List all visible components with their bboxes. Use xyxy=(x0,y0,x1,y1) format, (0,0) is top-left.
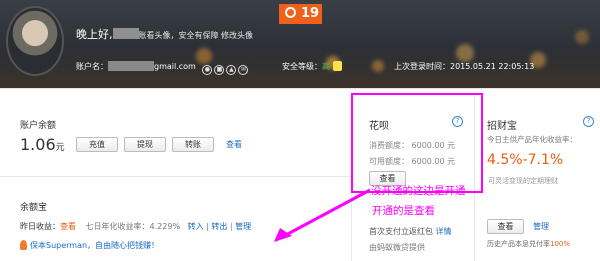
yuebao-info-row: 昨日收益：查看 七日年化收益率：4.229% 转入 | 转出 | 管理 xyxy=(20,222,252,231)
promo-text[interactable]: 保本Superman，自由随心把钱赚！ xyxy=(30,241,159,250)
transfer-button[interactable]: 转账 xyxy=(172,137,214,152)
account-email-suffix: gmail.com xyxy=(154,62,196,71)
bank-card-icon[interactable]: ■ xyxy=(214,65,225,75)
email-icon[interactable]: ✉ xyxy=(238,65,249,75)
huabei-note1-row: 首次支付立返红包 详情 xyxy=(369,226,452,237)
account-verify-icons: ● ■ ▲ ✉ xyxy=(202,64,250,75)
yuebao-title: 余额宝 xyxy=(20,203,48,213)
security-level: 高 xyxy=(322,62,330,71)
recharge-button[interactable]: 充值 xyxy=(76,137,118,152)
badge-count: 19 xyxy=(301,6,320,21)
account-name-row: 账户名： gmail.com ● ■ ▲ ✉ xyxy=(76,61,250,75)
greeting-links[interactable]: 账看头像，安全有保障 修改头像 xyxy=(139,31,254,40)
balance-amount: 1.06元 xyxy=(20,135,65,154)
header-divider xyxy=(0,88,600,89)
annotation-line2: 开通的是查看 xyxy=(372,205,435,217)
greeting-text: 晚上好, xyxy=(76,28,113,41)
last-login-row: 上次登录时间：2015.05.21 22:05:13 xyxy=(394,61,534,72)
avatar[interactable] xyxy=(6,6,64,76)
zhaocaibao-subtitle: 今日主供产品年化收益率： xyxy=(487,135,577,144)
yesterday-view-link[interactable]: 查看 xyxy=(60,222,76,231)
promo-banner[interactable]: 保本Superman，自由随心把钱赚！ xyxy=(20,240,159,251)
shield-icon[interactable] xyxy=(333,61,342,71)
account-header: 晚上好, 账看头像，安全有保障 修改头像 账户名： gmail.com ● ■ ▲ ✉ 安… xyxy=(0,0,600,88)
last-login-label: 上次登录时间： xyxy=(394,62,450,71)
balance-title: 账户余额 xyxy=(20,121,57,131)
history-label: 历史产品本息兑付率 xyxy=(487,240,550,248)
withdraw-button[interactable]: 提现 xyxy=(124,137,166,152)
balance-unit: 元 xyxy=(55,143,65,153)
zhaocaibao-help-icon[interactable]: ? xyxy=(583,116,594,127)
seven-day-rate: 七日年化收益率：4.229% xyxy=(85,222,181,231)
zhaocaibao-fund-note: 可灵活变现的定期理财 xyxy=(488,177,558,185)
alarm-badge[interactable]: 19 xyxy=(279,4,322,24)
account-label: 账户名： xyxy=(76,62,108,71)
greeting-line: 晚上好, 账看头像，安全有保障 修改头像 xyxy=(76,26,253,42)
balance-view-link[interactable]: 查看 xyxy=(226,139,242,150)
last-login-time: 2015.05.21 22:05:13 xyxy=(450,62,535,71)
identity-icon[interactable]: ● xyxy=(202,65,213,75)
rocket-icon xyxy=(20,240,27,250)
annotation-highlight-box xyxy=(351,93,483,193)
security-level-row: 安全等级：高 xyxy=(282,61,342,72)
masked-username xyxy=(112,28,139,39)
history-rate: 100% xyxy=(550,240,571,248)
zhaocaibao-rate: 4.5%-7.1% xyxy=(487,152,564,168)
zhaocaibao-manage-link[interactable]: 管理 xyxy=(533,221,549,232)
annotation-arrow xyxy=(274,188,371,242)
yesterday-label: 昨日收益： xyxy=(20,222,60,231)
manage-link[interactable]: 管理 xyxy=(235,222,251,231)
zhaocaibao-title: 招财宝 xyxy=(487,121,517,132)
huabei-detail-link[interactable]: 详情 xyxy=(436,227,452,236)
security-label: 安全等级： xyxy=(282,62,322,71)
zhaocaibao-view-button[interactable]: 查看 xyxy=(487,219,524,234)
balance-value: 1.06 xyxy=(20,135,56,154)
section-divider xyxy=(0,176,351,177)
bokeh-light xyxy=(575,30,589,44)
alarm-clock-icon xyxy=(285,7,296,18)
bokeh-light xyxy=(372,60,384,72)
zhaocaibao-history: 历史产品本息兑付率100% xyxy=(487,239,570,249)
transfer-out-link[interactable]: 转出 xyxy=(211,222,227,231)
masked-email xyxy=(108,61,154,71)
phone-icon[interactable]: ▲ xyxy=(226,65,237,75)
annotation-line1: 没开通的这边是开通 xyxy=(371,185,466,197)
bokeh-light xyxy=(456,44,474,62)
transfer-in-link[interactable]: 转入 xyxy=(188,222,204,231)
